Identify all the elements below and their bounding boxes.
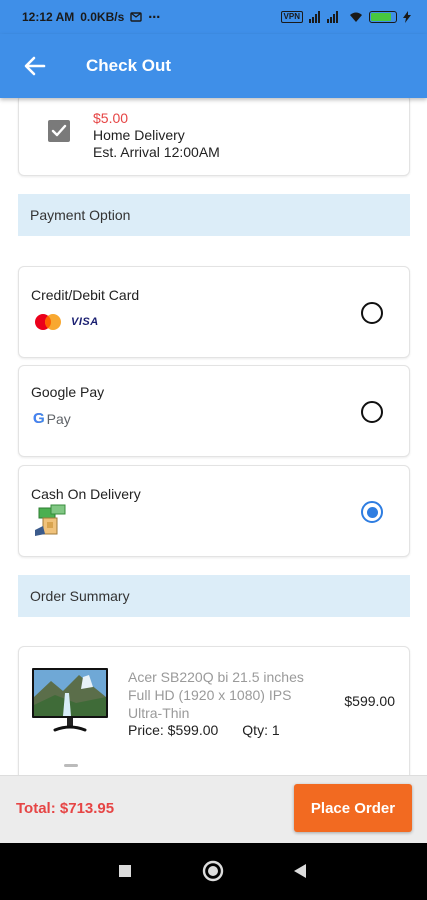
status-time: 12:12 AM xyxy=(22,10,75,24)
circle-icon xyxy=(202,860,224,882)
vpn-icon: VPN xyxy=(280,11,303,23)
payment-option-card-gpay[interactable]: Google Pay G Pay xyxy=(18,365,410,457)
wifi-icon xyxy=(349,11,363,23)
signal-icon xyxy=(309,11,343,23)
visa-logo: VISA xyxy=(71,316,99,328)
delivery-eta: Est. Arrival 12:00AM xyxy=(93,144,220,160)
google-g-icon: G xyxy=(33,410,45,427)
radio-selected-dot xyxy=(366,506,378,518)
order-total: Total: $713.95 xyxy=(16,800,115,817)
product-price: Price: $599.00 xyxy=(128,722,219,738)
order-item-card[interactable]: Acer SB220Q bi 21.5 inches Full HD (1920… xyxy=(18,646,410,775)
network-speed: 0.0KB/s xyxy=(80,10,125,24)
recents-button[interactable] xyxy=(117,863,133,879)
arrow-left-icon xyxy=(24,56,46,76)
product-qty: Qty: 1 xyxy=(242,722,280,738)
status-bar: 12:12 AM 0.0KB/s ⋯ VPN xyxy=(0,0,427,34)
charging-icon xyxy=(403,11,411,23)
order-summary-header: Order Summary xyxy=(18,575,410,617)
place-order-button[interactable]: Place Order xyxy=(294,784,412,832)
delivery-checkbox[interactable] xyxy=(48,120,70,142)
product-line-total: $599.00 xyxy=(344,693,395,709)
payment-option-card-credit[interactable]: Credit/Debit Card VISA xyxy=(18,266,410,358)
check-icon xyxy=(51,124,67,138)
notification-icon xyxy=(130,12,142,22)
payment-option-card-cod[interactable]: Cash On Delivery xyxy=(18,465,410,557)
card-logos: VISA xyxy=(33,313,99,331)
payment-radio-cod[interactable] xyxy=(361,501,383,523)
product-meta: Price: $599.00 Qty: 1 xyxy=(128,722,280,738)
payment-option-label: Cash On Delivery xyxy=(31,486,141,502)
battery-icon xyxy=(369,11,397,23)
checkout-footer: Total: $713.95 Place Order xyxy=(0,775,427,843)
delivery-method: Home Delivery xyxy=(93,127,185,143)
back-nav-button[interactable] xyxy=(292,863,308,879)
product-image xyxy=(31,667,109,738)
square-icon xyxy=(117,863,133,879)
delivery-details: $5.00 Home Delivery Est. Arrival 12:00AM xyxy=(93,110,220,161)
payment-option-label: Credit/Debit Card xyxy=(31,287,140,303)
payment-radio-credit[interactable] xyxy=(361,302,383,324)
delivery-option-card[interactable]: $5.00 Home Delivery Est. Arrival 12:00AM xyxy=(18,98,410,176)
product-name: Acer SB220Q bi 21.5 inches Full HD (1920… xyxy=(128,669,304,721)
next-item-edge xyxy=(64,764,78,767)
delivery-price: $5.00 xyxy=(93,110,129,126)
more-dots-icon: ⋯ xyxy=(148,10,161,24)
page-title: Check Out xyxy=(86,56,172,75)
gpay-logo: G Pay xyxy=(33,410,71,427)
checkout-content[interactable]: $5.00 Home Delivery Est. Arrival 12:00AM… xyxy=(0,98,427,775)
back-button[interactable] xyxy=(0,34,70,98)
system-nav-bar xyxy=(0,843,427,900)
cash-on-delivery-icon xyxy=(33,504,67,538)
payment-option-header: Payment Option xyxy=(18,194,410,236)
mastercard-icon xyxy=(33,313,63,331)
payment-option-label: Google Pay xyxy=(31,384,105,400)
app-bar: Check Out xyxy=(0,34,427,98)
payment-radio-gpay[interactable] xyxy=(361,401,383,423)
home-button[interactable] xyxy=(202,860,224,882)
gpay-text: Pay xyxy=(46,410,71,427)
triangle-back-icon xyxy=(292,863,308,879)
